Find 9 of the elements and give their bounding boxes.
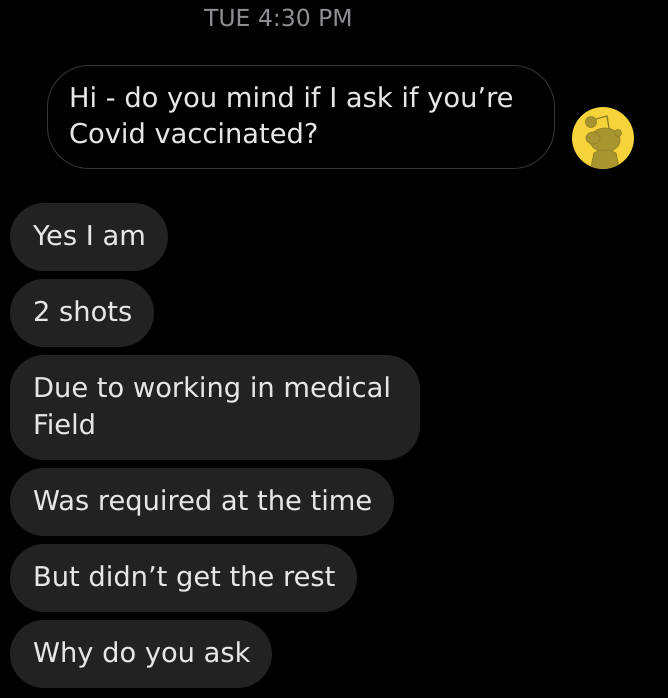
received-message-bubble: But didn’t get the rest	[10, 544, 358, 612]
received-message-bubble: Due to working in medical Field	[10, 355, 420, 460]
received-message-bubble: Why do you ask	[10, 620, 272, 688]
received-message-bubble: Yes I am	[10, 203, 168, 271]
sent-message-bubble: Hi - do you mind if I ask if you’re Covid vaccinated?	[47, 65, 555, 169]
timestamp: TUE 4:30 PM	[204, 4, 353, 32]
received-message-bubble: Was required at the time	[10, 468, 394, 536]
avatar-icon	[572, 107, 634, 169]
received-message-bubble: 2 shots	[10, 279, 154, 347]
